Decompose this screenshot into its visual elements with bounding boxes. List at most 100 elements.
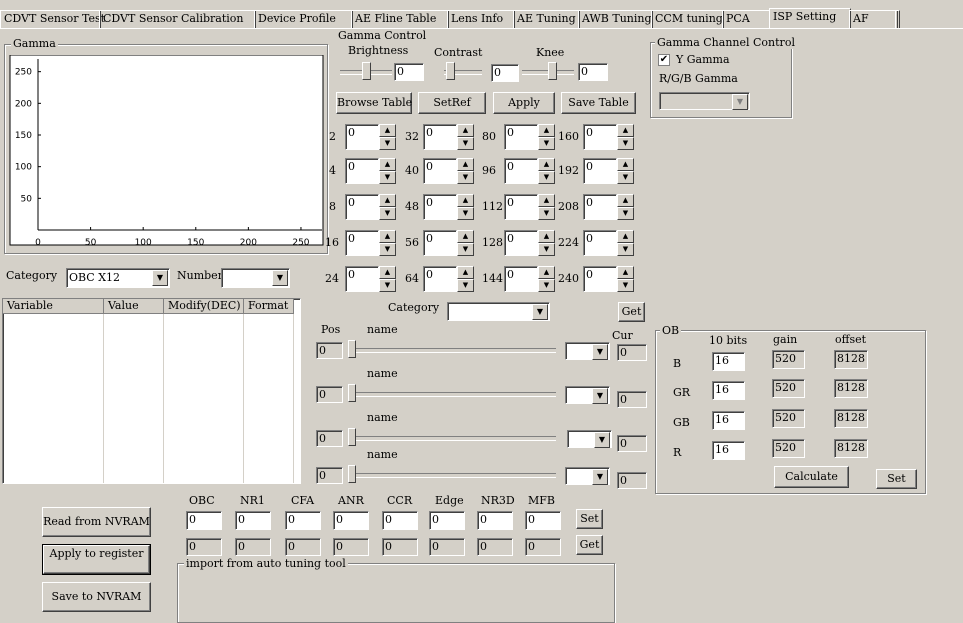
gamma-point-input[interactable]: 0	[423, 158, 457, 184]
gamma-point-input[interactable]: 0	[423, 230, 457, 256]
module-set-input[interactable]: 0	[477, 511, 513, 530]
tab-device-profile[interactable]: Device Profile	[254, 10, 353, 28]
read-nvram-button[interactable]: Read from NVRAM	[42, 507, 151, 537]
knee-slider[interactable]	[548, 62, 557, 80]
gamma-point-spinner[interactable]: ▲ ▼	[617, 158, 634, 184]
category-select[interactable]: OBC X12 ▼	[66, 268, 170, 288]
spin-down-icon[interactable]: ▼	[379, 171, 396, 184]
spin-up-icon[interactable]: ▲	[617, 266, 634, 279]
save-table-button[interactable]: Save Table	[561, 92, 636, 114]
gamma-point-input[interactable]: 0	[423, 124, 457, 150]
tab-af[interactable]: AF	[849, 10, 898, 28]
gamma-point-spinner[interactable]: ▲ ▼	[457, 230, 474, 256]
spin-up-icon[interactable]: ▲	[457, 194, 474, 207]
module-set-input[interactable]: 0	[186, 511, 222, 530]
spin-down-icon[interactable]: ▼	[457, 279, 474, 292]
spin-up-icon[interactable]: ▲	[379, 124, 396, 137]
module-set-input[interactable]: 0	[525, 511, 561, 530]
gamma-point-spinner[interactable]: ▲ ▼	[379, 158, 396, 184]
gamma-point-spinner[interactable]: ▲ ▼	[457, 194, 474, 220]
spin-down-icon[interactable]: ▼	[379, 207, 396, 220]
col-variable[interactable]: Variable	[3, 299, 104, 314]
spin-down-icon[interactable]: ▼	[617, 171, 634, 184]
gamma-point-input[interactable]: 0	[583, 230, 617, 256]
spin-up-icon[interactable]: ▲	[538, 158, 555, 171]
slider-select[interactable]: ▼	[565, 386, 610, 404]
gamma-point-spinner[interactable]: ▲ ▼	[538, 124, 555, 150]
slider-select[interactable]: ▼	[565, 342, 610, 360]
spin-up-icon[interactable]: ▲	[457, 124, 474, 137]
gamma-point-spinner[interactable]: ▲ ▼	[617, 194, 634, 220]
spin-down-icon[interactable]: ▼	[379, 243, 396, 256]
spin-up-icon[interactable]: ▲	[538, 266, 555, 279]
module-set-input[interactable]: 0	[382, 511, 418, 530]
slider-thumb[interactable]	[348, 465, 356, 483]
gamma-point-spinner[interactable]: ▲ ▼	[457, 266, 474, 292]
tab-lens-info[interactable]: Lens Info	[447, 10, 515, 28]
save-nvram-button[interactable]: Save to NVRAM	[42, 582, 151, 612]
tuning-category-select[interactable]: ▼	[447, 302, 550, 321]
gamma-point-input[interactable]: 0	[345, 266, 379, 292]
spin-down-icon[interactable]: ▼	[379, 279, 396, 292]
ob-set-button[interactable]: Set	[876, 469, 917, 489]
contrast-input[interactable]: 0	[491, 64, 519, 82]
tab-isp-setting[interactable]: ISP Setting	[769, 8, 851, 29]
modules-get-button[interactable]: Get	[576, 535, 603, 555]
spin-up-icon[interactable]: ▲	[379, 194, 396, 207]
slider-thumb[interactable]	[348, 340, 356, 358]
spin-down-icon[interactable]: ▼	[617, 279, 634, 292]
col-value[interactable]: Value	[104, 299, 164, 314]
brightness-slider[interactable]	[362, 62, 371, 80]
slider-thumb[interactable]	[348, 384, 356, 402]
gamma-point-spinner[interactable]: ▲ ▼	[538, 158, 555, 184]
variable-table[interactable]: Variable Value Modify(DEC) Format	[2, 298, 301, 484]
slider-thumb[interactable]	[348, 428, 356, 446]
gamma-point-input[interactable]: 0	[345, 230, 379, 256]
gamma-point-input[interactable]: 0	[504, 230, 538, 256]
spin-up-icon[interactable]: ▲	[617, 158, 634, 171]
spin-down-icon[interactable]: ▼	[457, 171, 474, 184]
gamma-point-input[interactable]: 0	[583, 124, 617, 150]
gamma-point-spinner[interactable]: ▲ ▼	[457, 124, 474, 150]
apply-button[interactable]: Apply	[493, 92, 555, 114]
module-set-input[interactable]: 0	[235, 511, 271, 530]
spin-down-icon[interactable]: ▼	[457, 137, 474, 150]
spin-down-icon[interactable]: ▼	[617, 137, 634, 150]
number-select[interactable]: ▼	[221, 268, 290, 288]
gamma-point-spinner[interactable]: ▲ ▼	[538, 230, 555, 256]
spin-up-icon[interactable]: ▲	[457, 266, 474, 279]
spin-up-icon[interactable]: ▲	[457, 158, 474, 171]
tab-awb-tuning[interactable]: AWB Tuning	[578, 10, 653, 28]
calculate-button[interactable]: Calculate	[774, 466, 849, 488]
ob-bits-input[interactable]: 16	[712, 352, 745, 371]
ob-bits-input[interactable]: 16	[712, 381, 745, 400]
gamma-point-input[interactable]: 0	[504, 158, 538, 184]
gamma-point-spinner[interactable]: ▲ ▼	[617, 124, 634, 150]
spin-up-icon[interactable]: ▲	[379, 230, 396, 243]
spin-down-icon[interactable]: ▼	[379, 137, 396, 150]
gamma-point-spinner[interactable]: ▲ ▼	[379, 194, 396, 220]
module-set-input[interactable]: 0	[429, 511, 465, 530]
spin-down-icon[interactable]: ▼	[538, 207, 555, 220]
gamma-point-spinner[interactable]: ▲ ▼	[379, 230, 396, 256]
gamma-point-input[interactable]: 0	[423, 194, 457, 220]
gamma-point-input[interactable]: 0	[583, 194, 617, 220]
gamma-point-input[interactable]: 0	[504, 266, 538, 292]
spin-down-icon[interactable]: ▼	[617, 207, 634, 220]
gamma-point-spinner[interactable]: ▲ ▼	[538, 266, 555, 292]
col-format[interactable]: Format	[244, 299, 294, 314]
module-set-input[interactable]: 0	[285, 511, 321, 530]
spin-up-icon[interactable]: ▲	[538, 230, 555, 243]
spin-down-icon[interactable]: ▼	[457, 243, 474, 256]
gamma-point-input[interactable]: 0	[345, 194, 379, 220]
spin-up-icon[interactable]: ▲	[617, 124, 634, 137]
gamma-point-input[interactable]: 0	[345, 124, 379, 150]
tab-cdvt-sensor-calibration[interactable]: CDVT Sensor Calibration	[99, 10, 256, 28]
spin-up-icon[interactable]: ▲	[538, 194, 555, 207]
ob-bits-input[interactable]: 16	[712, 411, 745, 430]
gamma-point-input[interactable]: 0	[504, 124, 538, 150]
spin-up-icon[interactable]: ▲	[379, 266, 396, 279]
tab-ae-tuning[interactable]: AE Tuning	[513, 10, 580, 28]
col-modify[interactable]: Modify(DEC)	[164, 299, 244, 314]
spin-up-icon[interactable]: ▲	[379, 158, 396, 171]
